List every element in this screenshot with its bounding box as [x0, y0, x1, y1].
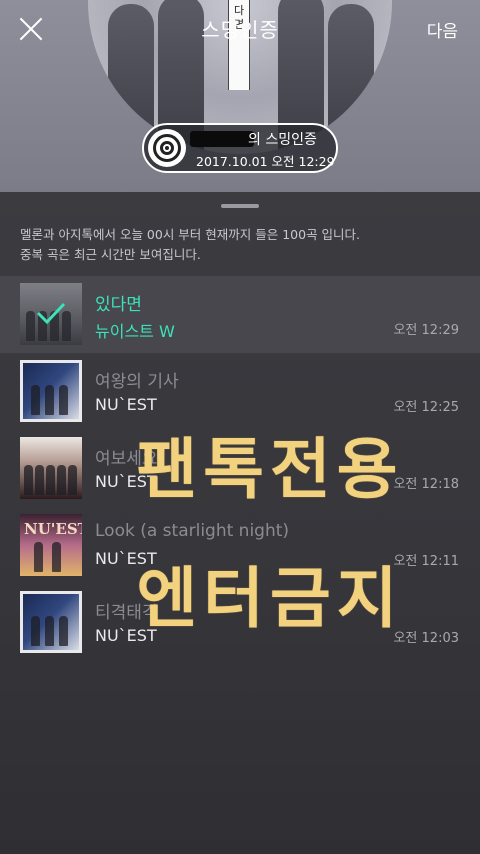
certificate-label: 의 스밍인증	[248, 132, 317, 148]
song-title: Look (a starlight night)	[95, 521, 290, 541]
song-artist: NU`EST	[95, 395, 157, 414]
song-time: 오전 12:03	[393, 631, 459, 646]
drag-handle[interactable]	[221, 204, 259, 208]
notice-text: 멜론과 아지톡에서 오늘 00시 부터 현재까지 들은 100곡 입니다. 중복…	[20, 225, 360, 265]
album-logo-text: NU'EST	[24, 520, 82, 538]
list-item[interactable]: 티격태격 NU`EST 오전 12:03	[0, 584, 480, 661]
song-time: 오전 12:29	[393, 323, 459, 338]
song-title: 있다면	[95, 295, 142, 315]
song-list-sheet: 멜론과 아지톡에서 오늘 00시 부터 현재까지 들은 100곡 입니다. 중복…	[0, 192, 480, 854]
redacted-username	[190, 131, 254, 147]
certificate-date: 2017.10.01 오전 12:29	[196, 154, 335, 169]
list-item[interactable]: 여보세요 NU`EST 오전 12:18	[0, 430, 480, 507]
song-artist: NU`EST	[95, 549, 157, 568]
list-item[interactable]: NU'EST Look (a starlight night) NU`EST 오…	[0, 507, 480, 584]
notice-line-2: 중복 곡은 최근 시간만 보여집니다.	[20, 247, 201, 262]
list-item[interactable]: 여왕의 기사 NU`EST 오전 12:25	[0, 353, 480, 430]
song-title: 티격태격	[95, 603, 158, 623]
song-artist: NU`EST	[95, 626, 157, 645]
song-title: 여보세요	[95, 449, 158, 469]
album-thumbnail	[20, 360, 82, 422]
song-time: 오전 12:11	[393, 554, 459, 569]
page-title: 스밍인증	[201, 18, 279, 42]
song-artist: 뉴이스트 W	[95, 322, 175, 341]
next-button[interactable]: 다음	[427, 17, 458, 42]
song-time: 오전 12:25	[393, 400, 459, 415]
streaming-certificate-badge: 의 스밍인증 2017.10.01 오전 12:29	[142, 123, 338, 173]
album-header: 다 면 스밍인증 다음 의 스밍인증 2017.10.01 오전 12:29	[0, 0, 480, 192]
list-item[interactable]: 있다면 뉴이스트 W 오전 12:29	[0, 276, 480, 353]
disc-icon	[148, 129, 186, 167]
song-time: 오전 12:18	[393, 477, 459, 492]
song-title: 여왕의 기사	[95, 372, 179, 392]
song-artist: NU`EST	[95, 472, 157, 491]
notice-line-1: 멜론과 아지톡에서 오늘 00시 부터 현재까지 들은 100곡 입니다.	[20, 227, 361, 242]
album-thumbnail	[20, 591, 82, 653]
album-thumbnail: NU'EST	[20, 514, 82, 576]
album-thumbnail	[20, 283, 82, 345]
album-thumbnail	[20, 437, 82, 499]
checkmark-icon	[20, 283, 82, 345]
